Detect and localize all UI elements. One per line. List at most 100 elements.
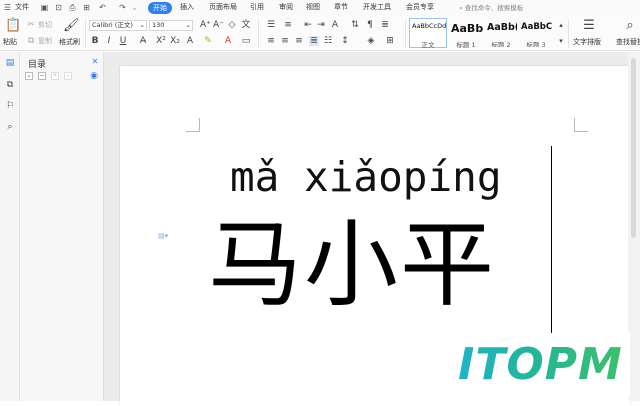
find-replace-button[interactable]: 查找替换	[616, 38, 640, 47]
font-color-icon[interactable]: A	[223, 36, 233, 46]
distributed-icon[interactable]: ☷	[323, 36, 333, 46]
smart-toc-icon[interactable]: ◉	[89, 71, 99, 81]
hamburger-menu-icon[interactable]: ☰	[3, 3, 12, 12]
tab-insert[interactable]: 插入	[180, 3, 194, 12]
copy-icon[interactable]: ⧉	[26, 36, 36, 46]
file-menu[interactable]: 文件	[15, 3, 29, 12]
print-preview-icon[interactable]: ⊞	[82, 3, 91, 12]
tab-review[interactable]: 审阅	[279, 3, 293, 12]
format-painter-button[interactable]: 格式刷	[59, 38, 80, 47]
char-border-icon[interactable]: ▭	[241, 36, 251, 46]
cut-button[interactable]: 剪切	[38, 21, 52, 30]
more-quick-access-icon[interactable]: ⌄	[130, 3, 139, 12]
subscript-icon[interactable]: X₂	[170, 36, 180, 46]
grow-font-icon[interactable]: A⁺	[200, 20, 211, 30]
sort-icon[interactable]: ⇅	[350, 20, 360, 30]
bold-icon[interactable]: B	[90, 36, 100, 46]
tab-chapter[interactable]: 章节	[334, 3, 348, 12]
increase-indent-icon[interactable]: ⇥	[316, 20, 326, 30]
strikethrough-icon[interactable]: A̶	[138, 36, 148, 46]
style-sample: AaBbC	[521, 22, 553, 32]
scroll-thumb[interactable]	[631, 58, 636, 238]
find-replace-icon[interactable]: ⌕	[623, 19, 637, 33]
highlight-icon[interactable]: ✎	[203, 36, 213, 46]
styles-scroll-up-icon[interactable]: ▴	[556, 20, 566, 30]
save-icon[interactable]: ⊡	[54, 3, 63, 12]
line-spacing-icon[interactable]: ↕	[340, 36, 350, 46]
navigation-rail: ▤ ⧉ ⚐ ⌕	[0, 52, 20, 401]
style-sample: AaBbCcDd	[412, 22, 447, 30]
align-center-icon[interactable]: ≡	[280, 36, 290, 46]
demote-icon[interactable]: −	[64, 72, 72, 80]
justify-icon[interactable]: ≣	[309, 36, 319, 46]
styles-more-icon[interactable]: ▾	[556, 36, 566, 46]
paste-icon[interactable]: 📋	[5, 19, 21, 33]
phonetic-guide-icon[interactable]: 文	[241, 20, 251, 30]
shading-icon[interactable]: ◈	[366, 36, 376, 46]
bookmark-icon[interactable]: ⚐	[5, 101, 15, 111]
align-left-icon[interactable]: ≡	[266, 36, 276, 46]
undo-icon[interactable]: ↶	[98, 3, 107, 12]
style-normal[interactable]: AaBbCcDd 正文	[409, 18, 447, 49]
style-name: 标题 2	[491, 41, 511, 48]
tab-member[interactable]: 会员专享	[406, 3, 434, 12]
style-heading-2[interactable]: AaBb( 标题 2	[484, 18, 518, 48]
underline-icon[interactable]: U	[118, 36, 128, 46]
show-marks-icon[interactable]: ¶	[365, 20, 375, 30]
numbered-list-icon[interactable]: ≡	[283, 20, 293, 30]
ribbon-separator	[568, 20, 569, 48]
borders-icon[interactable]: ⊞	[385, 36, 395, 46]
toc-panel-icon[interactable]: ▤	[5, 58, 15, 68]
collapse-all-icon[interactable]: ⌄	[25, 72, 33, 80]
promote-icon[interactable]: +	[51, 72, 59, 80]
ribbon-separator	[405, 20, 406, 48]
cut-icon[interactable]: ✂	[26, 20, 36, 30]
style-name: 标题 1	[456, 41, 476, 49]
expand-all-icon[interactable]: −	[38, 72, 46, 80]
command-search[interactable]: ⌕ 查找命令、搜索模板	[459, 2, 549, 14]
watermark-text: ITOPM	[458, 337, 623, 393]
align-right-icon[interactable]: ≡	[294, 36, 304, 46]
font-name-select[interactable]: Calibri (正文) ⌄	[89, 20, 147, 31]
toc-panel: 目录 ✕ ⌄ − + − ◉	[20, 52, 104, 401]
ribbon-separator	[85, 20, 86, 48]
margin-corner-top-left	[186, 118, 200, 132]
toc-title: 目录	[28, 60, 47, 70]
decrease-indent-icon[interactable]: ⇤	[303, 20, 313, 30]
superscript-icon[interactable]: X²	[156, 36, 166, 46]
chinese-characters: 马小平	[208, 211, 497, 320]
chevron-down-icon: ⌄	[185, 21, 191, 29]
find-icon[interactable]: ⌕	[5, 122, 15, 132]
format-painter-icon[interactable]: 🖌	[63, 19, 80, 33]
ribbon-toolbar: 📋 粘贴 ✂ 剪切 ⧉ 复制 🖌 格式刷 Calibri (正文) ⌄ 130 …	[0, 16, 640, 51]
clear-format-icon[interactable]: ◇	[227, 20, 237, 30]
style-heading-1[interactable]: AaBb 标题 1	[448, 18, 484, 49]
chapter-nav-icon[interactable]: ⧉	[5, 80, 15, 90]
close-icon[interactable]: ✕	[90, 57, 100, 67]
redo-icon[interactable]: ↷	[118, 3, 127, 12]
chinese-layout-icon[interactable]: A	[330, 20, 340, 30]
font-size-select[interactable]: 130 ⌄	[149, 20, 193, 31]
paragraph-settings-icon[interactable]: ≣	[380, 20, 390, 30]
style-sample: AaBb(	[487, 22, 518, 33]
style-heading-3[interactable]: AaBbC 标题 3	[518, 18, 554, 48]
tab-home[interactable]: 开始	[148, 2, 172, 14]
shrink-font-icon[interactable]: A⁻	[213, 20, 224, 30]
tab-developer[interactable]: 开发工具	[363, 3, 391, 12]
ribbon-separator	[258, 20, 259, 48]
text-layout-button[interactable]: 文字排版	[573, 38, 601, 47]
margin-corner-top-right	[574, 118, 588, 132]
text-effect-icon[interactable]: A	[185, 36, 195, 46]
italic-icon[interactable]: I	[104, 36, 114, 46]
bullet-list-icon[interactable]: ☰	[266, 20, 276, 30]
new-document-icon[interactable]: ▣	[40, 3, 49, 12]
paste-button[interactable]: 粘贴	[3, 38, 17, 47]
watermark-logo: ITOPM	[450, 333, 630, 397]
text-layout-icon[interactable]: ☰	[582, 19, 596, 33]
paragraph-handle-icon[interactable]: ▤▾	[158, 232, 168, 240]
tab-page-layout[interactable]: 页面布局	[209, 3, 237, 12]
tab-references[interactable]: 引用	[250, 3, 264, 12]
tab-view[interactable]: 视图	[306, 3, 320, 12]
copy-button[interactable]: 复制	[38, 37, 52, 46]
print-icon[interactable]: ⎙	[68, 3, 77, 12]
